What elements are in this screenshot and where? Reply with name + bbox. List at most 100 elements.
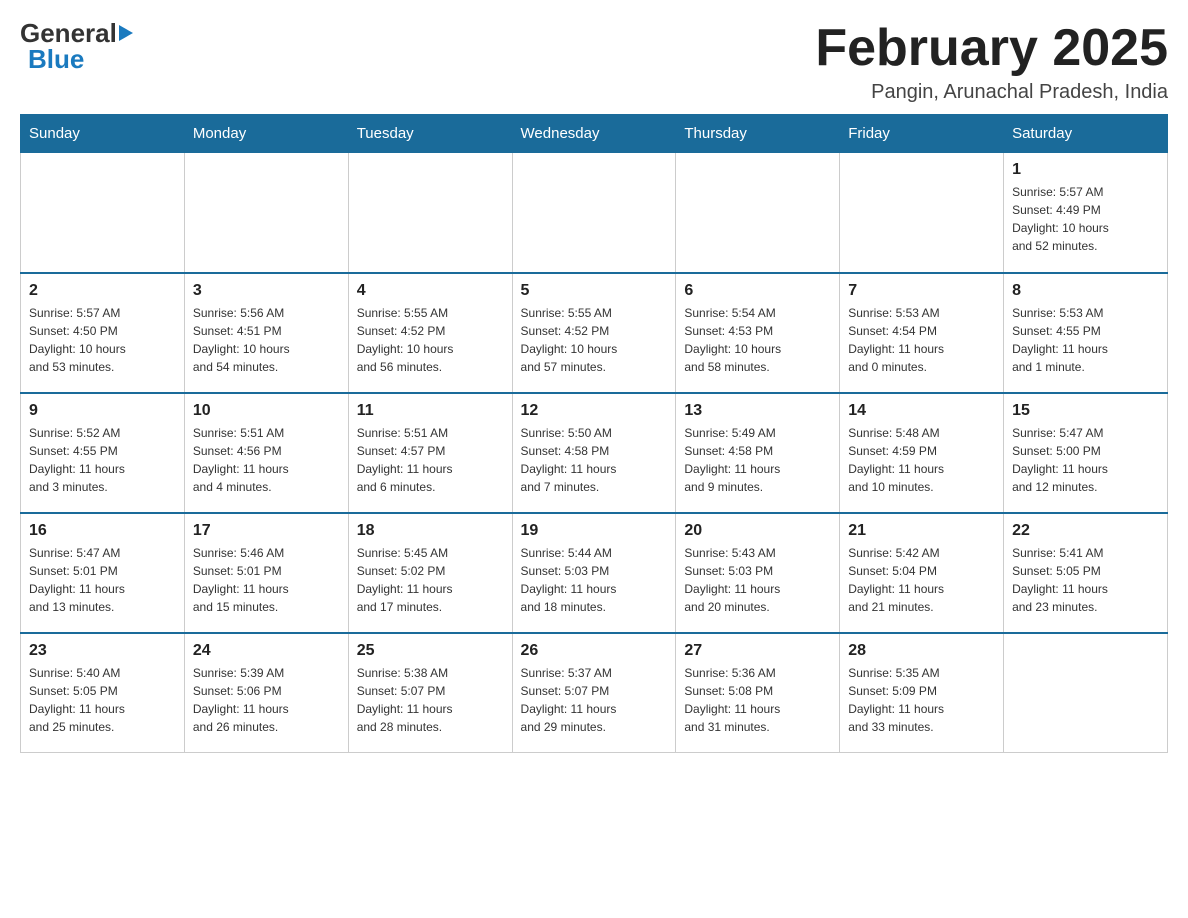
day-info: Sunrise: 5:37 AM Sunset: 5:07 PM Dayligh…	[521, 664, 668, 736]
day-info: Sunrise: 5:39 AM Sunset: 5:06 PM Dayligh…	[193, 664, 340, 736]
table-row	[840, 153, 1004, 273]
day-info: Sunrise: 5:51 AM Sunset: 4:56 PM Dayligh…	[193, 424, 340, 496]
day-number: 10	[193, 402, 340, 420]
day-number: 9	[29, 402, 176, 420]
table-row: 14Sunrise: 5:48 AM Sunset: 4:59 PM Dayli…	[840, 393, 1004, 513]
day-number: 26	[521, 642, 668, 660]
day-number: 17	[193, 522, 340, 540]
day-number: 23	[29, 642, 176, 660]
table-row: 12 Sunrise: 5:50 AM Sunset: 4:58 PM Dayli…	[512, 393, 676, 513]
day-number: 6	[684, 282, 831, 300]
header-thursday: Thursday	[676, 115, 840, 153]
day-number: 22	[1012, 522, 1159, 540]
day-info: Sunrise: 5:36 AM Sunset: 5:08 PM Dayligh…	[684, 664, 831, 736]
table-row	[676, 153, 840, 273]
table-row: 24 Sunrise: 5:39 AM Sunset: 5:06 PM Dayli…	[184, 633, 348, 753]
day-number: 12	[521, 402, 668, 420]
table-row	[512, 153, 676, 273]
logo-general-text: General	[20, 20, 133, 46]
day-info: Sunrise: 5:51 AM Sunset: 4:57 PM Dayligh…	[357, 424, 504, 496]
day-number: 19	[521, 522, 668, 540]
table-row: 5 Sunrise: 5:55 AM Sunset: 4:52 PM Daylig…	[512, 273, 676, 393]
day-info: Sunrise: 5:55 AM Sunset: 4:52 PM Dayligh…	[521, 304, 668, 376]
table-row: 1 Sunrise: 5:57 AM Sunset: 4:49 PM Daylig…	[1004, 153, 1168, 273]
day-info: Sunrise: 5:43 AM Sunset: 5:03 PM Dayligh…	[684, 544, 831, 616]
day-number: 8	[1012, 282, 1159, 300]
day-number: 25	[357, 642, 504, 660]
calendar-header-row: Sunday Monday Tuesday Wednesday Thursday…	[21, 115, 1168, 153]
day-number: 14	[848, 402, 995, 420]
page-header: General Blue February 2025 Pangin, Aruna…	[20, 20, 1168, 104]
table-row	[1004, 633, 1168, 753]
day-number: 1	[1012, 161, 1159, 179]
logo: General Blue	[20, 20, 133, 72]
table-row: 20 Sunrise: 5:43 AM Sunset: 5:03 PM Dayli…	[676, 513, 840, 633]
logo-blue-text: Blue	[28, 46, 84, 72]
day-number: 13	[684, 402, 831, 420]
day-number: 20	[684, 522, 831, 540]
day-info: Sunrise: 5:42 AM Sunset: 5:04 PM Dayligh…	[848, 544, 995, 616]
header-wednesday: Wednesday	[512, 115, 676, 153]
location-text: Pangin, Arunachal Pradesh, India	[815, 81, 1168, 104]
day-number: 28	[848, 642, 995, 660]
day-number: 11	[357, 402, 504, 420]
header-monday: Monday	[184, 115, 348, 153]
table-row: 6 Sunrise: 5:54 AM Sunset: 4:53 PM Daylig…	[676, 273, 840, 393]
table-row: 11 Sunrise: 5:51 AM Sunset: 4:57 PM Dayli…	[348, 393, 512, 513]
header-tuesday: Tuesday	[348, 115, 512, 153]
day-info: Sunrise: 5:35 AM Sunset: 5:09 PM Dayligh…	[848, 664, 995, 736]
day-info: Sunrise: 5:41 AM Sunset: 5:05 PM Dayligh…	[1012, 544, 1159, 616]
day-number: 27	[684, 642, 831, 660]
table-row: 15 Sunrise: 5:47 AM Sunset: 5:00 PM Dayli…	[1004, 393, 1168, 513]
day-info: Sunrise: 5:38 AM Sunset: 5:07 PM Dayligh…	[357, 664, 504, 736]
day-number: 7	[848, 282, 995, 300]
table-row	[348, 153, 512, 273]
day-number: 16	[29, 522, 176, 540]
day-number: 21	[848, 522, 995, 540]
day-info: Sunrise: 5:53 AM Sunset: 4:54 PM Dayligh…	[848, 304, 995, 376]
title-section: February 2025 Pangin, Arunachal Pradesh,…	[815, 20, 1168, 104]
table-row: 3 Sunrise: 5:56 AM Sunset: 4:51 PM Daylig…	[184, 273, 348, 393]
table-row: 28 Sunrise: 5:35 AM Sunset: 5:09 PM Dayli…	[840, 633, 1004, 753]
table-row: 23 Sunrise: 5:40 AM Sunset: 5:05 PM Dayli…	[21, 633, 185, 753]
table-row: 9 Sunrise: 5:52 AM Sunset: 4:55 PM Daylig…	[21, 393, 185, 513]
day-number: 18	[357, 522, 504, 540]
day-info: Sunrise: 5:49 AM Sunset: 4:58 PM Dayligh…	[684, 424, 831, 496]
day-info: Sunrise: 5:54 AM Sunset: 4:53 PM Dayligh…	[684, 304, 831, 376]
day-number: 5	[521, 282, 668, 300]
day-info: Sunrise: 5:56 AM Sunset: 4:51 PM Dayligh…	[193, 304, 340, 376]
day-number: 2	[29, 282, 176, 300]
day-info: Sunrise: 5:57 AM Sunset: 4:49 PM Dayligh…	[1012, 183, 1159, 255]
day-info: Sunrise: 5:47 AM Sunset: 5:01 PM Dayligh…	[29, 544, 176, 616]
table-row: 10 Sunrise: 5:51 AM Sunset: 4:56 PM Dayli…	[184, 393, 348, 513]
table-row: 27 Sunrise: 5:36 AM Sunset: 5:08 PM Dayli…	[676, 633, 840, 753]
table-row: 26 Sunrise: 5:37 AM Sunset: 5:07 PM Dayli…	[512, 633, 676, 753]
table-row: 25 Sunrise: 5:38 AM Sunset: 5:07 PM Dayli…	[348, 633, 512, 753]
table-row	[184, 153, 348, 273]
day-info: Sunrise: 5:44 AM Sunset: 5:03 PM Dayligh…	[521, 544, 668, 616]
day-number: 24	[193, 642, 340, 660]
month-title: February 2025	[815, 20, 1168, 77]
table-row: 8 Sunrise: 5:53 AM Sunset: 4:55 PM Daylig…	[1004, 273, 1168, 393]
table-row	[21, 153, 185, 273]
day-info: Sunrise: 5:57 AM Sunset: 4:50 PM Dayligh…	[29, 304, 176, 376]
day-info: Sunrise: 5:53 AM Sunset: 4:55 PM Dayligh…	[1012, 304, 1159, 376]
table-row: 7 Sunrise: 5:53 AM Sunset: 4:54 PM Daylig…	[840, 273, 1004, 393]
day-number: 3	[193, 282, 340, 300]
table-row: 21 Sunrise: 5:42 AM Sunset: 5:04 PM Dayli…	[840, 513, 1004, 633]
table-row: 22 Sunrise: 5:41 AM Sunset: 5:05 PM Dayli…	[1004, 513, 1168, 633]
table-row: 17Sunrise: 5:46 AM Sunset: 5:01 PM Dayli…	[184, 513, 348, 633]
day-info: Sunrise: 5:55 AM Sunset: 4:52 PM Dayligh…	[357, 304, 504, 376]
day-info: Sunrise: 5:47 AM Sunset: 5:00 PM Dayligh…	[1012, 424, 1159, 496]
table-row: 4Sunrise: 5:55 AM Sunset: 4:52 PM Daylig…	[348, 273, 512, 393]
day-info: Sunrise: 5:40 AM Sunset: 5:05 PM Dayligh…	[29, 664, 176, 736]
day-info: Sunrise: 5:45 AM Sunset: 5:02 PM Dayligh…	[357, 544, 504, 616]
day-info: Sunrise: 5:52 AM Sunset: 4:55 PM Dayligh…	[29, 424, 176, 496]
table-row: 19 Sunrise: 5:44 AM Sunset: 5:03 PM Dayli…	[512, 513, 676, 633]
day-number: 15	[1012, 402, 1159, 420]
day-info: Sunrise: 5:50 AM Sunset: 4:58 PM Dayligh…	[521, 424, 668, 496]
calendar-table: Sunday Monday Tuesday Wednesday Thursday…	[20, 114, 1168, 753]
table-row: 16 Sunrise: 5:47 AM Sunset: 5:01 PM Dayli…	[21, 513, 185, 633]
table-row: 18 Sunrise: 5:45 AM Sunset: 5:02 PM Dayli…	[348, 513, 512, 633]
header-saturday: Saturday	[1004, 115, 1168, 153]
